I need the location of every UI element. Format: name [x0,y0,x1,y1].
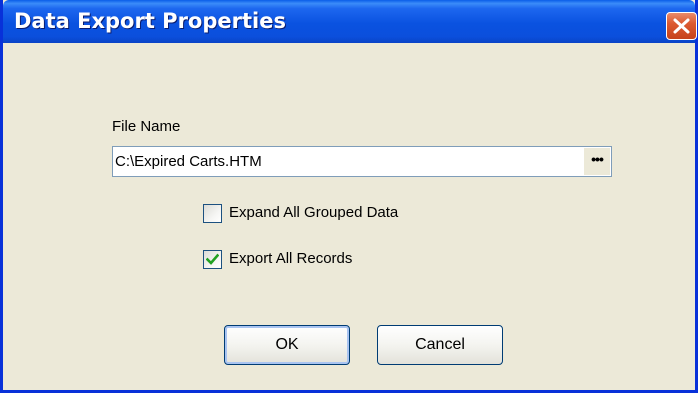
export-all-records-label[interactable]: Export All Records [229,250,352,267]
dialog-title: Data Export Properties [14,9,286,33]
ok-button[interactable]: OK [224,325,350,365]
file-name-field[interactable]: ••• [112,146,612,177]
expand-grouped-data-label[interactable]: Expand All Grouped Data [229,204,398,221]
cancel-button[interactable]: Cancel [377,325,503,365]
expand-grouped-data-checkbox[interactable] [203,204,222,223]
export-all-records-checkbox[interactable] [203,250,222,269]
file-name-label: File Name [112,118,181,135]
browse-button[interactable]: ••• [584,148,610,175]
dialog-window: Data Export Properties File Name ••• Exp… [0,0,698,393]
file-name-input[interactable] [115,147,575,176]
close-icon [673,18,690,34]
close-button[interactable] [666,12,697,40]
checkmark-icon [206,253,219,265]
title-bar[interactable]: Data Export Properties [3,0,697,43]
dialog-body: File Name ••• Expand All Grouped Data Ex… [3,43,695,390]
